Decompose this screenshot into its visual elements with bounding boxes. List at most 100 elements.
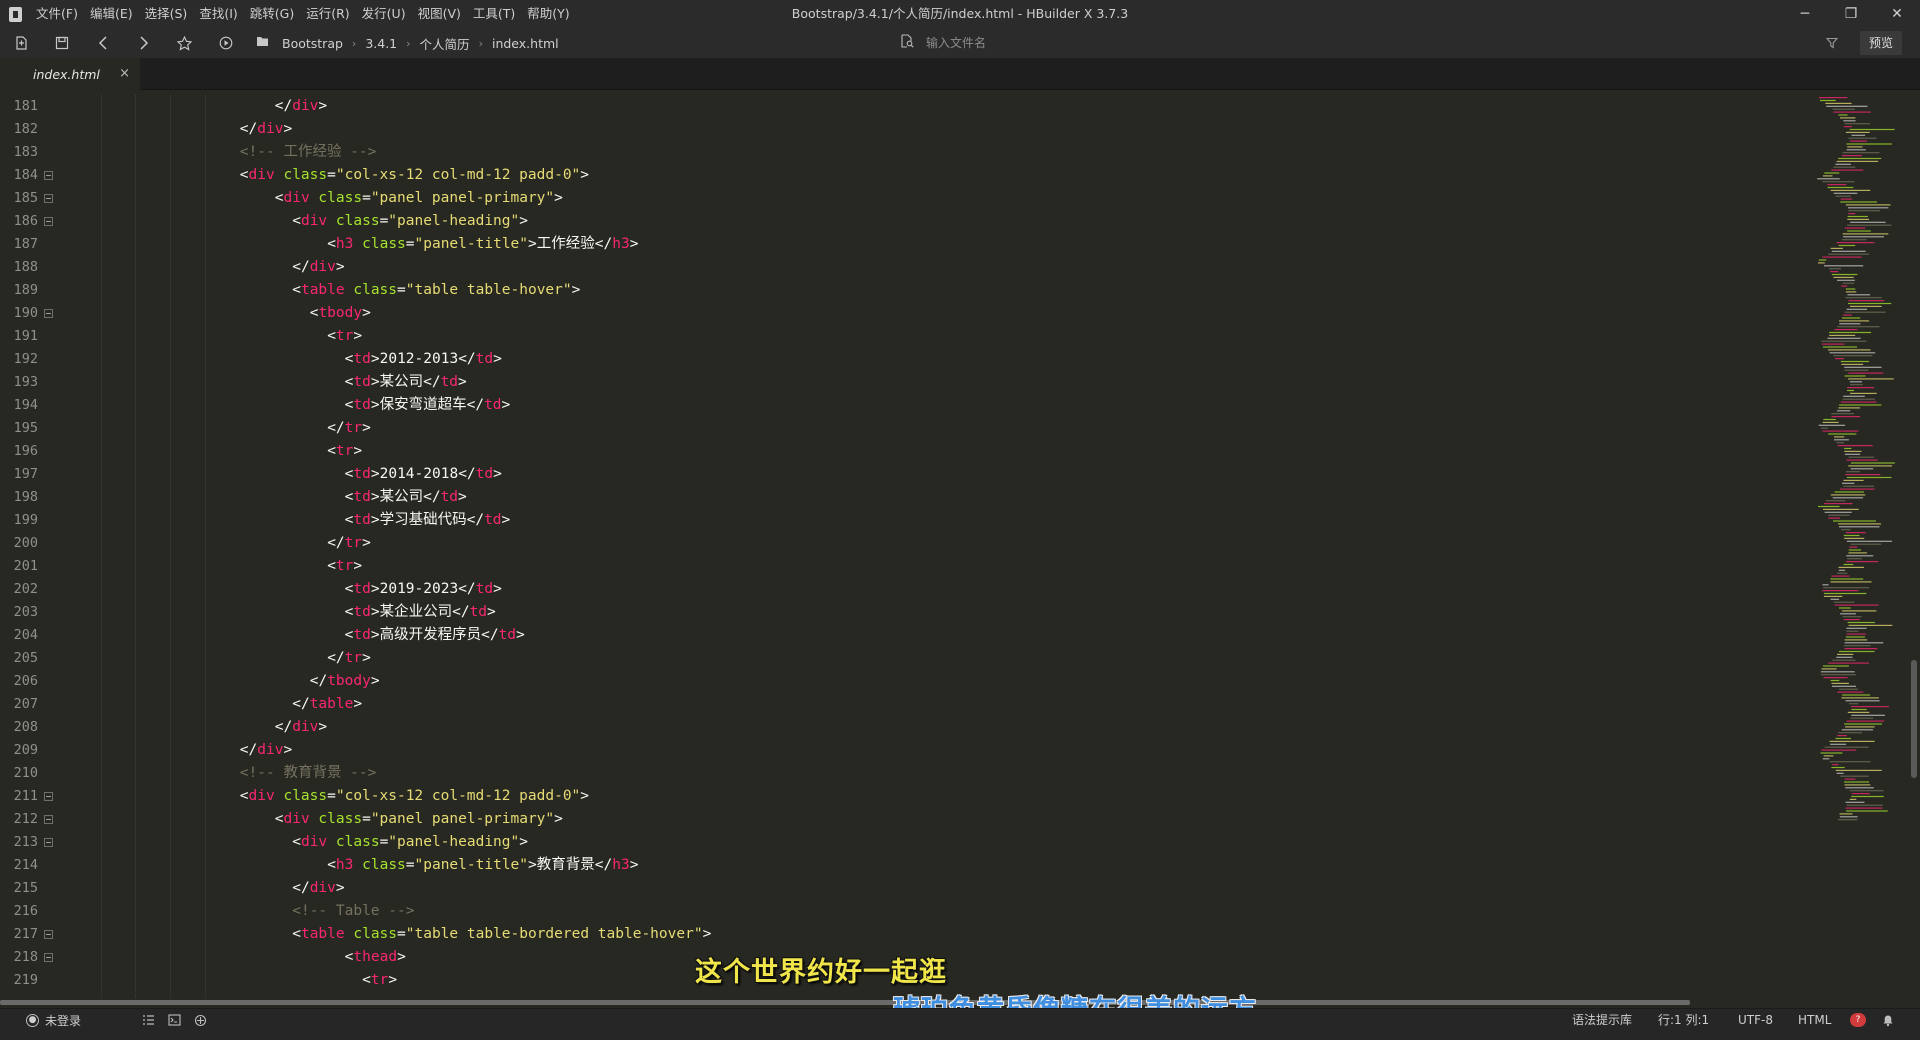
outline-icon[interactable] <box>142 1009 155 1031</box>
minimap-line <box>1828 662 1869 664</box>
code-line[interactable]: 200 </tr> <box>0 532 1810 555</box>
menu-item[interactable]: 选择(S) <box>139 0 194 28</box>
code-line[interactable]: 213 <div class="panel-heading"> <box>0 831 1810 854</box>
code-line[interactable]: 193 <td>某公司</td> <box>0 371 1810 394</box>
code-line[interactable]: 212 <div class="panel panel-primary"> <box>0 808 1810 831</box>
fold-toggle-icon[interactable] <box>44 217 53 226</box>
code-line[interactable]: 197 <td>2014-2018</td> <box>0 463 1810 486</box>
breadcrumb-item[interactable]: index.html <box>492 36 559 51</box>
code-editor[interactable]: 181 </div> 182 </div> 183 <!-- 工作经验 --> 184 <di… <box>0 95 1810 998</box>
code-line[interactable]: 199 <td>学习基础代码</td> <box>0 509 1810 532</box>
code-line[interactable]: 181 </div> <box>0 95 1810 118</box>
code-token: </ <box>594 236 613 252</box>
file-name-input[interactable] <box>926 36 1226 50</box>
fold-toggle-icon[interactable] <box>44 815 53 824</box>
code-line[interactable]: 192 <td>2012-2013</td> <box>0 348 1810 371</box>
filter-icon[interactable] <box>1820 28 1844 58</box>
code-line[interactable]: 186 <div class="panel-heading"> <box>0 210 1810 233</box>
breadcrumb-item[interactable]: 3.4.1 <box>365 36 397 51</box>
code-line[interactable]: 217 <table class="table table-bordered ta… <box>0 923 1810 946</box>
minimap-line <box>1848 210 1880 212</box>
code-line[interactable]: 196 <tr> <box>0 440 1810 463</box>
vertical-scroll-thumb[interactable] <box>1911 660 1917 778</box>
restore-icon[interactable]: ❐ <box>1828 0 1874 28</box>
code-line[interactable]: 204 <td>高级开发程序员</td> <box>0 624 1810 647</box>
tab-close-icon[interactable]: × <box>119 58 130 90</box>
code-line[interactable]: 195 </tr> <box>0 417 1810 440</box>
code-line[interactable]: 194 <td>保安弯道超车</td> <box>0 394 1810 417</box>
preview-button[interactable]: 预览 <box>1860 31 1902 55</box>
menu-item[interactable]: 视图(V) <box>412 0 467 28</box>
code-line[interactable]: 214 <h3 class="panel-title">教育背景</h3> <box>0 854 1810 877</box>
vertical-scrollbar[interactable] <box>1910 95 1918 998</box>
code-line[interactable]: 185 <div class="panel panel-primary"> <box>0 187 1810 210</box>
code-line[interactable]: 182 </div> <box>0 118 1810 141</box>
code-line[interactable]: 211 <div class="col-xs-12 col-md-12 padd-… <box>0 785 1810 808</box>
menu-item[interactable]: 编辑(E) <box>84 0 139 28</box>
code-line[interactable]: 210 <!-- 教育背景 --> <box>0 762 1810 785</box>
menu-item[interactable]: 工具(T) <box>467 0 521 28</box>
code-line[interactable]: 190 <tbody> <box>0 302 1810 325</box>
code-token: div <box>300 834 328 850</box>
close-icon[interactable]: ✕ <box>1874 0 1920 28</box>
code-line[interactable]: 191 <tr> <box>0 325 1810 348</box>
menu-item[interactable]: 查找(I) <box>193 0 243 28</box>
minimap-line <box>1845 297 1882 299</box>
minimize-icon[interactable]: ─ <box>1782 0 1828 28</box>
code-line[interactable]: 198 <td>某公司</td> <box>0 486 1810 509</box>
menu-item[interactable]: 跳转(G) <box>244 0 300 28</box>
save-icon[interactable] <box>41 28 82 58</box>
encoding[interactable]: UTF-8 <box>1738 1009 1773 1031</box>
forward-icon[interactable] <box>123 28 164 58</box>
hbuilder-logo-icon[interactable] <box>0 0 30 28</box>
minimap[interactable] <box>1812 95 1908 845</box>
fold-toggle-icon[interactable] <box>44 792 53 801</box>
bell-icon[interactable] <box>1882 1009 1894 1031</box>
syntax-library[interactable]: 语法提示库 <box>1572 1009 1632 1031</box>
breadcrumb-item[interactable]: Bootstrap <box>282 36 343 51</box>
code-line[interactable]: 215 </div> <box>0 877 1810 900</box>
horizontal-scroll-thumb[interactable] <box>0 1000 1690 1005</box>
menu-item[interactable]: 运行(R) <box>300 0 355 28</box>
plugin-icon[interactable] <box>194 1009 208 1031</box>
menu-item[interactable]: 发行(U) <box>356 0 412 28</box>
run-icon[interactable] <box>205 28 246 58</box>
fold-toggle-icon[interactable] <box>44 194 53 203</box>
code-line[interactable]: 189 <table class="table table-hover"> <box>0 279 1810 302</box>
fold-toggle-icon[interactable] <box>44 953 53 962</box>
back-icon[interactable] <box>82 28 123 58</box>
fold-toggle-icon[interactable] <box>44 309 53 318</box>
code-line[interactable]: 205 </tr> <box>0 647 1810 670</box>
horizontal-scrollbar[interactable] <box>0 998 1690 1006</box>
code-line[interactable]: 184 <div class="col-xs-12 col-md-12 padd-… <box>0 164 1810 187</box>
menu-item[interactable]: 文件(F) <box>30 0 84 28</box>
breadcrumb-item[interactable]: 个人简历 <box>420 34 470 53</box>
code-text: <tr> <box>362 969 397 992</box>
code-line[interactable]: 202 <td>2019-2023</td> <box>0 578 1810 601</box>
menu-item[interactable]: 帮助(Y) <box>521 0 575 28</box>
tab-index-html[interactable]: index.html × <box>0 58 140 90</box>
login-status[interactable]: ● 未登录 <box>26 1009 81 1031</box>
code-line[interactable]: 201 <tr> <box>0 555 1810 578</box>
fold-toggle-icon[interactable] <box>44 171 53 180</box>
code-line[interactable]: 183 <!-- 工作经验 --> <box>0 141 1810 164</box>
star-icon[interactable] <box>164 28 205 58</box>
language-mode[interactable]: HTML <box>1798 1009 1831 1031</box>
code-token: < <box>292 926 301 942</box>
new-file-icon[interactable] <box>0 28 41 58</box>
code-line[interactable]: 188 </div> <box>0 256 1810 279</box>
cursor-position[interactable]: 行:1 列:1 <box>1658 1009 1709 1031</box>
code-line[interactable]: 187 <h3 class="panel-title">工作经验</h3> <box>0 233 1810 256</box>
code-line[interactable]: 209 </div> <box>0 739 1810 762</box>
code-line[interactable]: 216 <!-- Table --> <box>0 900 1810 923</box>
fold-toggle-icon[interactable] <box>44 838 53 847</box>
line-number: 193 <box>13 374 38 390</box>
notification-badge-icon[interactable]: ? <box>1850 1013 1866 1027</box>
code-line[interactable]: 208 </div> <box>0 716 1810 739</box>
code-line[interactable]: 207 </table> <box>0 693 1810 716</box>
code-token: div <box>292 719 319 735</box>
fold-toggle-icon[interactable] <box>44 930 53 939</box>
console-icon[interactable] <box>168 1009 181 1031</box>
code-line[interactable]: 206 </tbody> <box>0 670 1810 693</box>
code-line[interactable]: 203 <td>某企业公司</td> <box>0 601 1810 624</box>
